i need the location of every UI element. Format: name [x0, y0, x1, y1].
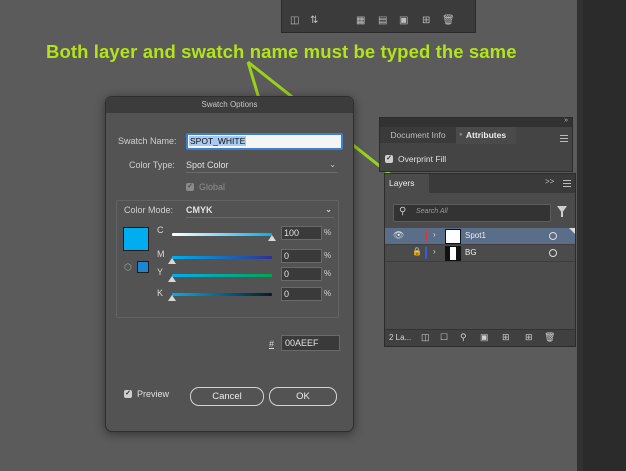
new-sublayer-icon[interactable]: ⊞ [502, 332, 510, 343]
color-type-value: Spot Color [186, 160, 229, 170]
hex-hash-label: # [269, 339, 275, 349]
color-mode-value: CMYK [186, 205, 213, 215]
new-layer-icon[interactable]: ⊞ [525, 332, 533, 343]
channel-m-unit: % [324, 251, 332, 260]
global-checkbox[interactable]: ✓ [186, 183, 194, 191]
layers-header: Layers >> [385, 174, 575, 193]
trash-icon[interactable]: 🗑 [442, 15, 455, 26]
filter-icon-stem [561, 212, 563, 217]
ok-button[interactable]: OK [269, 387, 337, 406]
search-placeholder: Search All [416, 208, 448, 215]
new-icon[interactable]: ⊞ [422, 15, 430, 26]
color-type-select[interactable]: Spot Color ⌄ [186, 158, 338, 173]
channel-m-value[interactable]: 0 [281, 249, 322, 263]
out-of-gamut-cube-icon[interactable]: ⬡ [124, 262, 132, 273]
swatch-name-label: Swatch Name: [118, 136, 177, 146]
expand-icon[interactable]: >> [545, 177, 554, 186]
layer-thumbnail [445, 229, 461, 244]
swatch-name-input[interactable]: SPOT_WHITE [186, 133, 343, 150]
channel-y-unit: % [324, 269, 332, 278]
grid-icon[interactable]: ▦ [356, 15, 365, 26]
layer-color-bar [425, 247, 427, 259]
channel-c-unit: % [324, 228, 332, 237]
channel-k-thumb[interactable] [168, 295, 176, 301]
color-mode-label: Color Mode: [124, 205, 174, 215]
lock-icon[interactable]: 🔒 [412, 247, 422, 256]
chevron-down-icon: ⌄ [329, 160, 336, 169]
layer-name[interactable]: Spot1 [465, 231, 486, 240]
layer-count: 2 La... [389, 333, 412, 342]
layer-thumbnail [445, 246, 461, 261]
dialog-title: Swatch Options [106, 97, 353, 113]
color-preview-swatch [123, 227, 149, 251]
export-icon[interactable]: ◫ [421, 332, 430, 343]
gamut-swatch[interactable] [137, 261, 149, 273]
layer-row-spot1[interactable]: 👁 › Spot1 [385, 228, 575, 245]
channel-k-label: K [157, 288, 164, 298]
expand-arrow-icon[interactable]: › [433, 230, 436, 239]
panel-topbar[interactable]: » [380, 117, 572, 127]
layers-panel: Layers >> ⚲ Search All 👁 › Spot1 🔒 › BG … [384, 173, 576, 347]
layer-color-bar [425, 230, 427, 242]
channel-k-value[interactable]: 0 [281, 287, 322, 301]
selection-corner-icon [569, 228, 575, 234]
attributes-panel: » Document Info ● Attributes ✓ Overprint… [379, 117, 573, 172]
panel-icon[interactable]: ▤ [378, 15, 387, 26]
channel-k-slider[interactable] [172, 293, 272, 296]
tab-attributes-label: Attributes [465, 130, 507, 140]
channel-y-slider[interactable] [172, 274, 272, 277]
target-circle-icon[interactable] [549, 249, 557, 257]
channel-c-label: C [157, 225, 164, 235]
folder-icon[interactable]: ▣ [399, 15, 408, 26]
search-layer-icon[interactable]: ⚲ [460, 332, 467, 343]
channel-y-label: Y [157, 267, 164, 277]
preview-label: Preview [137, 389, 170, 399]
app-side-strip [577, 0, 626, 471]
tab-document-info[interactable]: Document Info [380, 127, 456, 143]
channel-m-thumb[interactable] [168, 258, 176, 264]
search-icon: ⚲ [399, 206, 407, 217]
links-icon[interactable]: ⇅ [310, 15, 318, 26]
layer-row-bg[interactable]: 🔒 › BG [385, 245, 575, 262]
overprint-fill-label: Overprint Fill [398, 154, 447, 164]
channel-y-value[interactable]: 0 [281, 267, 322, 281]
global-label: Global [199, 182, 226, 192]
chevron-down-icon: ⌄ [325, 205, 332, 214]
expand-arrow-icon[interactable]: › [433, 247, 436, 256]
channel-c-value[interactable]: 100 [281, 226, 322, 240]
top-panel-fragment: ◫ ⇅ ▦ ▤ ▣ ⊞ 🗑 [281, 0, 476, 33]
layers-search-input[interactable]: ⚲ Search All [393, 204, 551, 222]
layers-menu-icon[interactable] [563, 183, 571, 184]
swatch-name-value: SPOT_WHITE [189, 136, 247, 146]
collapse-icon[interactable]: » [564, 117, 568, 124]
channel-c-thumb[interactable] [268, 235, 276, 241]
preview-checkbox[interactable]: ✓ [124, 390, 132, 398]
swatch-options-dialog: Swatch Options Swatch Name: SPOT_WHITE C… [105, 96, 354, 432]
tab-attributes[interactable]: ● Attributes [456, 127, 516, 144]
trash-icon[interactable]: 🗑 [544, 332, 555, 343]
panel-menu-icon[interactable] [560, 138, 568, 139]
color-type-label: Color Type: [129, 160, 175, 170]
app-side-strip-edge [577, 0, 583, 471]
cancel-button[interactable]: Cancel [190, 387, 264, 406]
tab-dot-icon: ● [459, 132, 463, 138]
channel-k-unit: % [324, 289, 332, 298]
channel-c-slider[interactable] [172, 233, 272, 236]
target-circle-icon[interactable] [549, 232, 557, 240]
channel-m-slider[interactable] [172, 256, 272, 259]
color-mode-select[interactable]: CMYK ⌄ [186, 203, 334, 218]
find-icon[interactable]: ☐ [440, 332, 448, 343]
channel-y-thumb[interactable] [168, 276, 176, 282]
library-icon[interactable]: ◫ [290, 15, 299, 26]
tab-layers[interactable]: Layers [385, 174, 429, 193]
hex-input[interactable]: 00AEEF [281, 335, 340, 351]
mask-icon[interactable]: ▣ [480, 332, 489, 343]
annotation-text: Both layer and swatch name must be typed… [46, 41, 517, 62]
visibility-eye-icon[interactable]: 👁 [393, 230, 404, 241]
layers-footer: 2 La... ◫ ☐ ⚲ ▣ ⊞ ⊞ 🗑 [385, 329, 575, 346]
overprint-fill-checkbox[interactable]: ✓ [385, 155, 393, 163]
layer-name[interactable]: BG [465, 248, 477, 257]
channel-m-label: M [157, 249, 165, 259]
